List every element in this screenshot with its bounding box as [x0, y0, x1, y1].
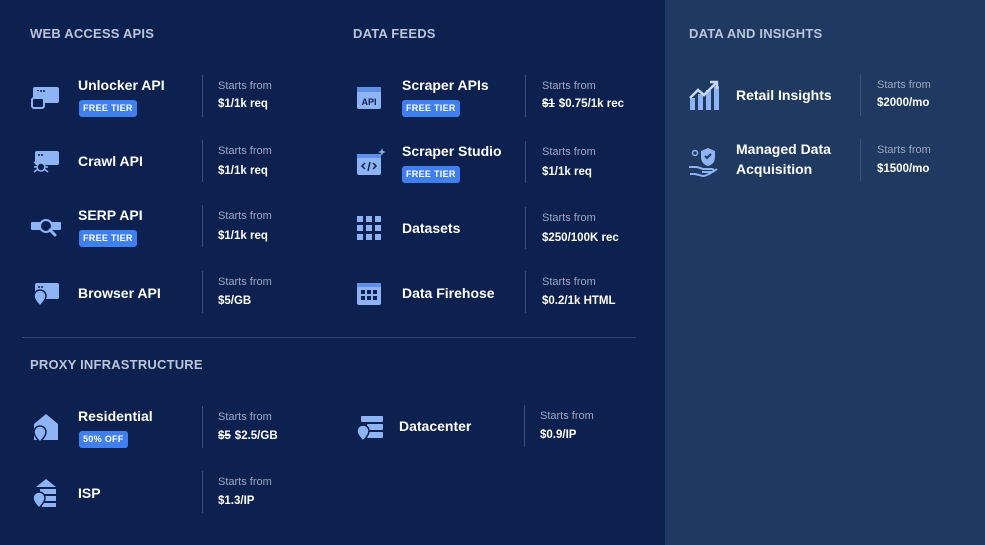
browser-icon — [30, 277, 62, 309]
starts-from-label: Starts from — [218, 145, 272, 157]
starts-from-label: Starts from — [218, 210, 272, 222]
chart-growth-icon — [688, 80, 720, 112]
divider-line — [524, 405, 525, 447]
product-name: Datasets — [402, 220, 461, 236]
section-title-web-access: WEB ACCESS APIS — [30, 26, 155, 41]
divider-line — [860, 139, 861, 181]
house-pin-icon — [30, 412, 62, 444]
free-tier-badge: FREE TIER — [402, 166, 460, 183]
section-title-data-feeds: DATA FEEDS — [353, 26, 436, 41]
svg-text:API: API — [361, 97, 376, 107]
divider-line — [525, 141, 526, 183]
free-tier-badge: FREE TIER — [79, 100, 137, 117]
server-pin-icon — [355, 411, 387, 443]
starts-from-label: Starts from — [218, 80, 272, 92]
product-datacenter[interactable]: Datacenter Starts from $0.9/IP — [355, 405, 645, 449]
price: $1/1k req — [218, 230, 268, 242]
product-name: Datacenter — [399, 418, 472, 434]
product-name: Scraper Studio — [402, 143, 502, 159]
starts-from-label: Starts from — [542, 276, 596, 288]
api-icon: API — [354, 81, 386, 113]
product-name: Retail Insights — [736, 87, 832, 103]
starts-from-label: Starts from — [542, 146, 596, 158]
starts-from-label: Starts from — [877, 79, 931, 91]
product-managed-data-acquisition[interactable]: Managed Data Acquisition Starts from $15… — [688, 139, 968, 183]
code-sparkle-icon — [354, 147, 386, 179]
unlocker-icon — [30, 81, 62, 113]
price: $1/1k req — [218, 165, 268, 177]
product-name: Unlocker API — [78, 77, 165, 93]
section-title-insights: DATA AND INSIGHTS — [689, 26, 823, 41]
price: $1.3/IP — [218, 495, 255, 507]
grid-icon — [354, 213, 386, 245]
hand-shield-icon — [688, 145, 720, 177]
price: $2000/mo — [877, 97, 930, 109]
divider-line — [202, 406, 203, 448]
starts-from-label: Starts from — [540, 410, 594, 422]
product-residential[interactable]: Residential 50% OFF Starts from $5 $2.5/G… — [30, 406, 320, 450]
old-price: $5 — [218, 430, 231, 442]
price: $5/GB — [218, 295, 252, 307]
starts-from-label: Starts from — [542, 80, 596, 92]
product-crawl-api[interactable]: Crawl API Starts from $1/1k req — [30, 140, 320, 184]
product-isp[interactable]: ISP Starts from $1.3/IP — [30, 471, 320, 515]
product-data-firehose[interactable]: Data Firehose Starts from $0.2/1k HTML — [354, 271, 644, 315]
divider-line — [525, 75, 526, 117]
product-name-line2: Acquisition — [736, 161, 813, 177]
product-name: Data Firehose — [402, 285, 495, 301]
divider-line — [202, 75, 203, 117]
divider-line — [202, 271, 203, 313]
divider-line — [525, 207, 526, 249]
product-name: Scraper APIs — [402, 77, 489, 93]
divider-line — [860, 74, 861, 116]
new-price: $0.75/1k rec — [558, 98, 625, 110]
product-name: ISP — [78, 485, 101, 501]
old-price: $1 — [542, 98, 555, 110]
price: $250/100K rec — [542, 232, 619, 244]
price: $1/1k req — [542, 166, 592, 178]
price: $1 $0.75/1k rec — [542, 97, 624, 111]
product-name: SERP API — [78, 207, 143, 223]
product-browser-api[interactable]: Browser API Starts from $5/GB — [30, 271, 320, 315]
product-name: Residential — [78, 408, 153, 424]
spider-icon — [30, 146, 62, 178]
price: $1/1k req — [218, 98, 268, 110]
free-tier-badge: FREE TIER — [79, 230, 137, 247]
divider-line — [202, 140, 203, 182]
product-scraper-studio[interactable]: Scraper Studio FREE TIER Starts from $1/… — [354, 141, 644, 185]
discount-badge: 50% OFF — [79, 431, 128, 448]
starts-from-label: Starts from — [877, 144, 931, 156]
divider-line — [525, 271, 526, 313]
free-tier-badge: FREE TIER — [402, 100, 460, 117]
table-window-icon — [354, 277, 386, 309]
price: $5 $2.5/GB — [218, 429, 278, 443]
product-retail-insights[interactable]: Retail Insights Starts from $2000/mo — [688, 74, 968, 118]
starts-from-label: Starts from — [218, 476, 272, 488]
divider-line — [202, 471, 203, 513]
product-name-line1: Managed Data — [736, 141, 831, 157]
product-name: Crawl API — [78, 153, 143, 169]
price: $0.9/IP — [540, 429, 577, 441]
product-scraper-apis[interactable]: API Scraper APIs FREE TIER Starts from $… — [354, 75, 644, 119]
product-datasets[interactable]: Datasets Starts from $250/100K rec — [354, 207, 644, 251]
serp-search-icon — [30, 211, 62, 243]
new-price: $2.5/GB — [234, 430, 278, 442]
starts-from-label: Starts from — [542, 212, 596, 224]
product-serp-api[interactable]: SERP API FREE TIER Starts from $1/1k req — [30, 205, 320, 249]
section-divider — [22, 337, 636, 338]
product-unlocker-api[interactable]: Unlocker API FREE TIER Starts from $1/1k… — [30, 75, 320, 119]
section-title-proxy: PROXY INFRASTRUCTURE — [30, 357, 203, 372]
product-name: Browser API — [78, 285, 161, 301]
price: $1500/mo — [877, 163, 930, 175]
starts-from-label: Starts from — [218, 411, 272, 423]
starts-from-label: Starts from — [218, 276, 272, 288]
isp-pin-icon — [30, 477, 62, 509]
divider-line — [202, 205, 203, 247]
price: $0.2/1k HTML — [542, 295, 616, 307]
